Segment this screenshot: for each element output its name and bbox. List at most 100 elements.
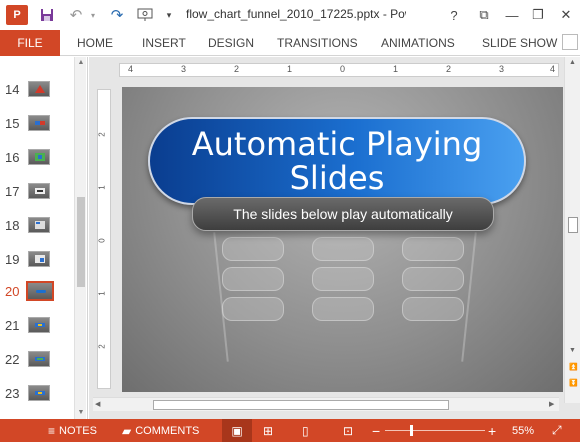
scroll-right-icon[interactable]: ▶	[549, 400, 554, 408]
ruler-tick-label: 2	[97, 344, 107, 349]
slide-thumbnail[interactable]: 21	[0, 314, 72, 338]
slide-number: 20	[5, 284, 20, 299]
close-button[interactable]: ✕	[552, 4, 580, 26]
slide-number: 19	[5, 252, 20, 267]
tab-animations[interactable]: ANIMATIONS	[381, 30, 455, 56]
redo-icon[interactable]: ↷	[106, 4, 128, 26]
faded-shape	[312, 267, 374, 291]
horizontal-ruler: 4 3 2 1 0 1 2 3 4	[119, 63, 559, 77]
faded-shape	[402, 297, 464, 321]
scrollbar-thumb[interactable]	[153, 400, 449, 410]
slide-preview	[28, 183, 50, 199]
slide-thumbnail[interactable]: 14	[0, 78, 72, 102]
scroll-down-icon[interactable]: ▼	[569, 347, 576, 354]
scrollbar-thumb[interactable]	[568, 217, 578, 233]
scroll-down-icon[interactable]: ▼	[75, 407, 87, 419]
slide-number: 21	[5, 318, 20, 333]
previous-slide-icon[interactable]: ⏫	[569, 363, 578, 371]
fit-slide-button[interactable]: ⤢	[552, 419, 566, 442]
tab-insert[interactable]: INSERT	[142, 30, 186, 56]
presenter-icon[interactable]	[134, 4, 156, 26]
normal-view-icon: ▣	[231, 423, 243, 438]
slide-preview	[28, 385, 50, 401]
slide-thumbnail[interactable]: 19	[0, 248, 72, 272]
reading-view-button[interactable]: ▯	[302, 419, 313, 442]
thumbnail-scrollbar[interactable]: ▲ ▼	[74, 57, 86, 419]
slide-thumbnail[interactable]: 22	[0, 348, 72, 372]
comment-icon: ▰	[122, 423, 132, 438]
restore-button[interactable]: ❐	[524, 4, 552, 26]
slide-show-icon: ⊡	[343, 423, 354, 438]
notes-button[interactable]: ≡ NOTES	[48, 419, 97, 442]
slide-number: 16	[5, 150, 20, 165]
zoom-slider-handle[interactable]	[410, 425, 413, 436]
ruler-tick-label: 0	[340, 64, 346, 74]
slide-thumbnail[interactable]: 15	[0, 112, 72, 136]
faded-shape	[402, 267, 464, 291]
slide-subtitle-shape[interactable]: The slides below play automatically	[192, 197, 494, 231]
zoom-in-button[interactable]: +	[488, 419, 496, 442]
notes-icon: ≡	[48, 423, 56, 438]
ruler-tick-label: 2	[97, 132, 107, 137]
slide-title[interactable]: Automatic Playing Slides	[187, 127, 487, 195]
tab-slide-show[interactable]: SLIDE SHOW	[482, 30, 557, 56]
slide-number: 14	[5, 82, 20, 97]
ruler-tick-label: 4	[128, 64, 134, 74]
ruler-tick-label: 1	[97, 291, 107, 296]
slide-thumbnail[interactable]: 23	[0, 382, 72, 406]
save-icon[interactable]	[36, 4, 58, 26]
comments-label: COMMENTS	[135, 424, 200, 437]
scroll-left-icon[interactable]: ◀	[95, 400, 100, 408]
zoom-out-button[interactable]: −	[372, 419, 380, 442]
comments-button[interactable]: ▰ COMMENTS	[122, 419, 199, 442]
undo-icon[interactable]: ↶	[66, 4, 86, 26]
slide-thumbnail-active[interactable]: 20	[0, 280, 72, 304]
slide-canvas[interactable]: Automatic Playing Slides The slides belo…	[122, 87, 563, 392]
slide-thumbnail[interactable]: 18	[0, 214, 72, 238]
customize-toolbar-icon[interactable]: ▾	[162, 4, 176, 26]
slide-preview	[26, 281, 54, 301]
slide-preview	[28, 115, 50, 131]
tab-design[interactable]: DESIGN	[208, 30, 254, 56]
normal-view-button[interactable]: ▣	[222, 419, 252, 442]
slide-subtitle[interactable]: The slides below play automatically	[233, 206, 452, 222]
slide-preview	[28, 351, 50, 367]
ruler-tick-label: 1	[97, 185, 107, 190]
slide-preview	[28, 149, 50, 165]
ruler-tick-label: 1	[393, 64, 399, 74]
slide-thumbnail[interactable]: 16	[0, 146, 72, 170]
document-title: flow_chart_funnel_2010_17225.pptx - Powe…	[186, 7, 406, 21]
status-bar: ≡ NOTES ▰ COMMENTS ▣ ⊞ ▯ ⊡ − + 55% ⤢	[0, 419, 580, 442]
slide-number: 15	[5, 116, 20, 131]
zoom-level[interactable]: 55%	[512, 419, 534, 442]
zoom-slider[interactable]	[385, 430, 485, 431]
powerpoint-logo-icon: P	[6, 5, 28, 25]
tab-home[interactable]: HOME	[77, 30, 113, 56]
undo-dropdown-icon[interactable]: ▾	[86, 4, 100, 26]
horizontal-scrollbar[interactable]: ◀ ▶	[93, 397, 559, 411]
ruler-tick-label: 4	[550, 64, 556, 74]
slide-title-shape[interactable]: Automatic Playing Slides	[148, 117, 526, 205]
ribbon-expand-icon[interactable]	[562, 34, 578, 50]
slide-thumbnail[interactable]: 17	[0, 180, 72, 204]
scroll-up-icon[interactable]: ▲	[75, 57, 87, 69]
tab-file[interactable]: FILE	[0, 30, 60, 56]
ribbon-display-options-button[interactable]: ⧉	[470, 4, 498, 26]
slide-preview	[28, 81, 50, 97]
faded-shape	[312, 237, 374, 261]
slide-preview	[28, 217, 50, 233]
scrollbar-thumb[interactable]	[77, 197, 85, 287]
reading-view-icon: ▯	[302, 423, 309, 438]
scroll-up-icon[interactable]: ▲	[569, 59, 576, 66]
vertical-scrollbar[interactable]: ▲ ▼ ⏫ ⏬	[564, 57, 580, 403]
slide-show-button[interactable]: ⊡	[343, 419, 357, 442]
next-slide-icon[interactable]: ⏬	[569, 379, 578, 387]
slide-sorter-button[interactable]: ⊞	[263, 419, 277, 442]
help-button[interactable]: ?	[440, 4, 468, 26]
ruler-tick-label: 2	[234, 64, 240, 74]
minimize-button[interactable]: —	[498, 4, 526, 26]
slide-number: 22	[5, 352, 20, 367]
faded-shape	[222, 267, 284, 291]
ruler-tick-label: 3	[181, 64, 187, 74]
tab-transitions[interactable]: TRANSITIONS	[277, 30, 358, 56]
